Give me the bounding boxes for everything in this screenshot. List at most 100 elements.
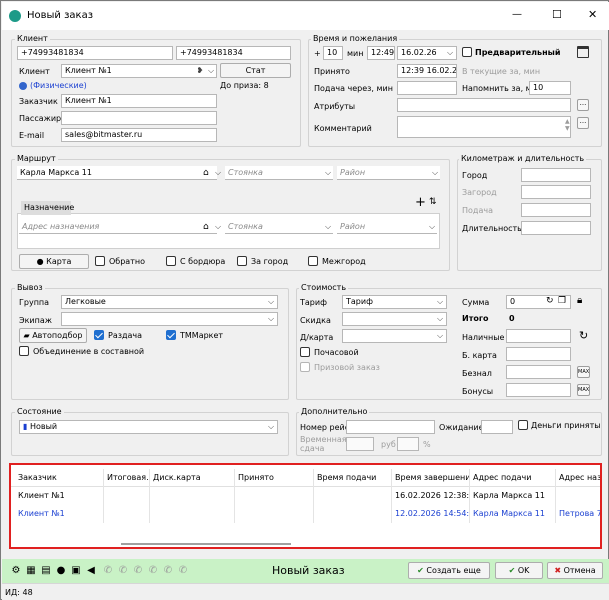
curb-checkbox[interactable] — [166, 256, 176, 266]
tariff-select[interactable]: Тариф — [342, 295, 447, 309]
crew-select[interactable] — [61, 312, 278, 326]
table-row-1-customer[interactable]: Клиент №1 — [15, 505, 104, 523]
table-row-1-card[interactable] — [150, 505, 235, 523]
lock-icon[interactable]: 🔒︎ — [577, 295, 582, 306]
phone1-input[interactable]: +74993481834 — [17, 46, 173, 60]
date-chevron-down-icon[interactable]: ⌵ — [445, 48, 455, 58]
document-icon[interactable]: ▤ — [40, 565, 52, 577]
speaker-icon[interactable]: ◀ — [85, 565, 97, 577]
destination-chevron-down-icon[interactable]: ⌵ — [213, 222, 223, 232]
crew-chevron-down-icon[interactable]: ⌵ — [266, 314, 276, 324]
destination-home-icon[interactable]: ⌂ — [203, 222, 209, 232]
distribution-checkbox[interactable] — [94, 330, 104, 340]
out-of-town-checkbox[interactable] — [237, 256, 247, 266]
map-button[interactable]: ● Карта — [19, 254, 89, 269]
merge-checkbox[interactable] — [19, 346, 29, 356]
attributes-more-button[interactable]: ··· — [577, 99, 589, 111]
cancel-button[interactable]: ✖ Отмена — [547, 562, 603, 579]
discount-chevron-down-icon[interactable]: ⌵ — [435, 314, 445, 324]
parking-input[interactable]: Стоянка — [225, 166, 333, 180]
phone-forward-icon[interactable]: ✆ — [132, 565, 144, 577]
money-checkbox[interactable] — [518, 420, 528, 430]
table-row-0-finish[interactable]: 16.02.2026 12:38:04 — [392, 487, 470, 505]
column-header[interactable]: Заказчик — [15, 469, 104, 487]
card-chevron-down-icon[interactable]: ⌵ — [435, 331, 445, 341]
phone-end-icon[interactable]: ✆ — [162, 565, 174, 577]
bonus-input[interactable] — [506, 383, 571, 397]
client-type-link[interactable]: (Физические) — [30, 81, 87, 91]
destination-parking-input[interactable]: Стоянка — [225, 220, 333, 234]
customer-input[interactable]: Клиент №1 — [61, 94, 217, 108]
mileage-city-input[interactable] — [521, 168, 591, 182]
return-checkbox[interactable] — [95, 256, 105, 266]
attributes-input[interactable] — [397, 98, 571, 112]
column-header[interactable]: Время подачи — [314, 469, 392, 487]
client-tag-icon[interactable]: ❥ — [195, 66, 205, 76]
phone-icon[interactable]: ✆ — [102, 565, 114, 577]
hourly-checkbox[interactable] — [300, 347, 310, 357]
intercity-checkbox[interactable] — [308, 256, 318, 266]
column-header[interactable]: Адрес подачи — [470, 469, 556, 487]
create-more-button[interactable]: ✔ Создать еще — [408, 562, 490, 579]
phone-call-icon[interactable]: ✆ — [117, 565, 129, 577]
comment-scroll-icon[interactable]: ▲ ▼ — [565, 118, 570, 132]
info-icon[interactable]: ● — [55, 565, 67, 577]
cash-input[interactable] — [506, 329, 571, 343]
comment-input[interactable] — [397, 116, 571, 138]
phone-hold-icon[interactable]: ✆ — [177, 565, 189, 577]
district-input[interactable]: Район — [337, 166, 440, 180]
table-row-0-address[interactable]: Карла Маркса 11 — [470, 487, 556, 505]
column-header[interactable]: Итоговая... — [104, 469, 150, 487]
bonus-max-button[interactable]: MAX — [577, 384, 590, 396]
swap-icon[interactable]: ⇅ — [429, 197, 437, 207]
address-chevron-down-icon[interactable]: ⌵ — [213, 168, 223, 178]
passenger-input[interactable] — [61, 111, 217, 125]
destination-district-chevron-icon[interactable]: ⌵ — [427, 222, 437, 232]
phone2-input[interactable]: +74993481834 — [176, 46, 291, 60]
refresh-sum-icon[interactable]: ↻ — [546, 296, 554, 306]
card-select[interactable] — [342, 329, 447, 343]
table-row-0-accepted[interactable] — [235, 487, 314, 505]
table-row-0-card[interactable] — [150, 487, 235, 505]
email-input[interactable]: sales@bitmaster.ru — [61, 128, 217, 142]
group-chevron-down-icon[interactable]: ⌵ — [266, 297, 276, 307]
chevron-down-icon[interactable]: ⌵ — [206, 66, 216, 76]
table-row-1-total[interactable] — [104, 505, 150, 523]
tariff-chevron-down-icon[interactable]: ⌵ — [435, 297, 445, 307]
column-header[interactable]: Принято — [235, 469, 314, 487]
remind-input[interactable]: 10 — [529, 81, 571, 95]
cashless-max-button[interactable]: MAX — [577, 366, 590, 378]
state-select[interactable]: ▮ Новый — [19, 420, 278, 434]
district-chevron-down-icon[interactable]: ⌵ — [430, 168, 440, 178]
cashless-input[interactable] — [506, 365, 571, 379]
state-chevron-down-icon[interactable]: ⌵ — [266, 422, 276, 432]
table-row-0-dest[interactable] — [556, 487, 600, 505]
add-destination-icon[interactable]: + — [415, 196, 426, 209]
mileage-duration-input[interactable] — [521, 221, 591, 235]
wait-input[interactable] — [481, 420, 513, 434]
submit-input[interactable] — [397, 81, 457, 95]
address-input[interactable]: Карла Маркса 11 — [17, 166, 217, 180]
destination-tab[interactable]: Назначение — [21, 201, 74, 215]
market-checkbox[interactable] — [166, 330, 176, 340]
table-row-0-total[interactable] — [104, 487, 150, 505]
flight-input[interactable] — [346, 420, 435, 434]
discount-select[interactable] — [342, 312, 447, 326]
orders-grid[interactable]: Заказчик Итоговая... Диск.карта Принято … — [9, 463, 602, 549]
gear-icon[interactable]: ⚙ — [10, 565, 22, 577]
minimize-button[interactable]: — — [512, 9, 522, 20]
column-header[interactable]: Адрес назн — [556, 469, 600, 487]
ok-button[interactable]: ✔ OK — [495, 562, 543, 579]
auto-select-button[interactable]: ▰ Автоподбор — [19, 328, 87, 343]
refresh-cash-icon[interactable]: ↻ — [579, 329, 588, 342]
bank-card-input[interactable] — [506, 347, 571, 361]
table-row-1-finish[interactable]: 12.02.2026 14:54:49 — [392, 505, 470, 523]
maximize-button[interactable]: ☐ — [552, 8, 562, 21]
minutes-input[interactable]: 10 — [323, 46, 343, 60]
table-row-1-address[interactable]: Карла Маркса 11 — [470, 505, 556, 523]
copy-icon[interactable]: ❐ — [558, 296, 566, 306]
client-select[interactable]: Клиент №1 — [61, 64, 217, 78]
table-row-1-submit[interactable] — [314, 505, 392, 523]
group-select[interactable]: Легковые — [61, 295, 278, 309]
time-input[interactable]: 12:49 — [367, 46, 395, 60]
